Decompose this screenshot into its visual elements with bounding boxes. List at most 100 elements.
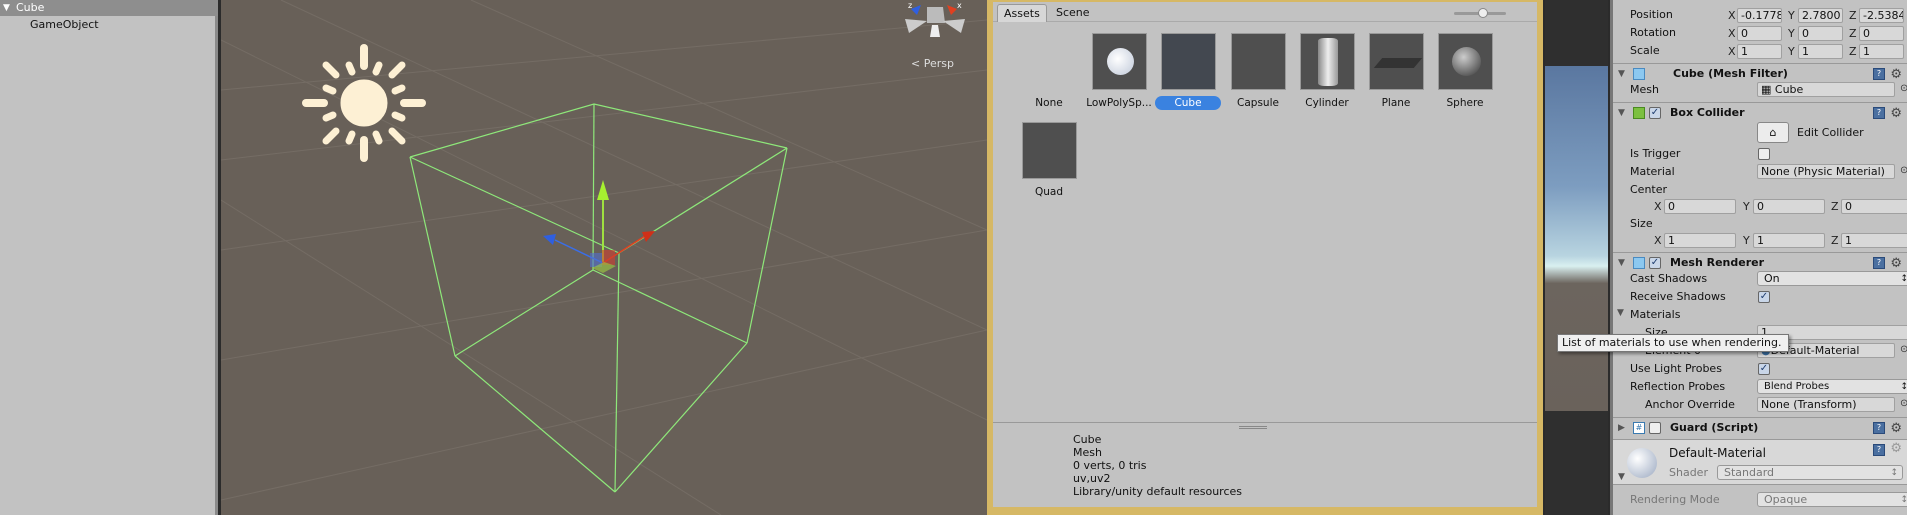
is-trigger-label: Is Trigger: [1630, 147, 1681, 160]
hierarchy-item-cube[interactable]: ▼ Cube: [0, 0, 218, 16]
enabled-checkbox[interactable]: ✓: [1649, 107, 1661, 119]
guard-script-header[interactable]: ▶ # Guard (Script) ? ⚙: [1613, 417, 1907, 437]
box-collider-header[interactable]: ▼ ✓ Box Collider ? ⚙: [1613, 102, 1907, 122]
picker-item-sphere[interactable]: Sphere: [1430, 33, 1500, 110]
tooltip: List of materials to use when rendering.: [1557, 334, 1789, 352]
hierarchy-item-gameobject[interactable]: GameObject: [30, 17, 99, 33]
skybox-preview: [1545, 66, 1608, 411]
size-y-field[interactable]: 1: [1753, 233, 1825, 248]
reflection-probes-dropdown[interactable]: Blend Probes: [1757, 379, 1907, 394]
size-z-field[interactable]: 1: [1841, 233, 1907, 248]
collapse-icon[interactable]: ▼: [1618, 253, 1625, 273]
gear-icon[interactable]: ⚙: [1890, 441, 1902, 456]
collapse-icon[interactable]: ▼: [1618, 472, 1625, 482]
axis-label: X: [1654, 200, 1662, 213]
cast-shadows-dropdown[interactable]: On: [1757, 271, 1907, 286]
material-header[interactable]: ▼ Default-Material Shader Standard ? ⚙: [1613, 439, 1907, 485]
enabled-checkbox[interactable]: ✓: [1649, 257, 1661, 269]
axis-label: Y: [1788, 27, 1795, 40]
gear-icon[interactable]: ⚙: [1890, 419, 1902, 439]
picker-item-capsule[interactable]: Capsule: [1223, 33, 1293, 110]
is-trigger-checkbox[interactable]: [1758, 148, 1770, 160]
object-picker-icon[interactable]: ⊙: [1900, 344, 1907, 355]
expand-icon[interactable]: ▶: [1618, 418, 1625, 438]
use-light-probes-label: Use Light Probes: [1630, 362, 1722, 375]
picker-item-quad[interactable]: Quad: [1014, 122, 1084, 199]
material-title: Default-Material: [1669, 446, 1766, 460]
receive-shadows-checkbox[interactable]: ✓: [1758, 291, 1770, 303]
help-icon[interactable]: ?: [1873, 444, 1885, 456]
sun-light-icon[interactable]: [302, 44, 426, 162]
center-z-field[interactable]: 0: [1841, 199, 1907, 214]
object-picker-icon[interactable]: ⊙: [1900, 83, 1907, 94]
rotation-y-field[interactable]: 0: [1798, 26, 1843, 41]
physic-material-field[interactable]: None (Physic Material): [1757, 164, 1895, 179]
projection-toggle[interactable]: < Persp: [911, 57, 954, 70]
use-light-probes-checkbox[interactable]: ✓: [1758, 363, 1770, 375]
position-y-field[interactable]: 2.7800: [1798, 8, 1843, 23]
thumbnail-size-slider[interactable]: [1454, 8, 1506, 18]
gear-icon[interactable]: ⚙: [1890, 104, 1902, 124]
inspector-panel: Position X -0.1778 Y 2.7800 Z -2.5384 Rotat…: [1610, 0, 1907, 515]
center-y-field[interactable]: 0: [1753, 199, 1825, 214]
rotation-x-field[interactable]: 0: [1737, 26, 1782, 41]
help-icon[interactable]: ?: [1873, 68, 1885, 80]
rotation-z-field[interactable]: 0: [1859, 26, 1904, 41]
axis-label: X: [1728, 27, 1736, 40]
orientation-gizmo[interactable]: z x: [905, 1, 965, 37]
scene-view[interactable]: z x < Persp: [221, 0, 987, 515]
help-icon[interactable]: ?: [1873, 257, 1885, 269]
materials-expand-icon[interactable]: ▼: [1617, 308, 1624, 318]
object-picker-icon[interactable]: ⊙: [1900, 165, 1907, 176]
rendering-mode-dropdown[interactable]: Opaque: [1757, 492, 1907, 507]
mesh-filter-header[interactable]: ▼ Cube (Mesh Filter) ? ⚙: [1613, 63, 1907, 83]
picker-item-none[interactable]: None: [1014, 33, 1084, 110]
collapse-icon[interactable]: ▼: [1618, 64, 1625, 84]
axis-label: Z: [1849, 27, 1857, 40]
picker-item-cylinder[interactable]: Cylinder: [1292, 33, 1362, 110]
component-title: Cube (Mesh Filter): [1673, 67, 1788, 80]
mesh-filter-icon: [1633, 68, 1645, 80]
rendering-mode-label: Rendering Mode: [1630, 493, 1720, 506]
material-label: Material: [1630, 165, 1675, 178]
object-picker-icon[interactable]: ⊙: [1900, 398, 1907, 409]
axis-label: Y: [1788, 45, 1795, 58]
anchor-override-field[interactable]: None (Transform): [1757, 397, 1895, 412]
position-z-field[interactable]: -2.5384: [1859, 8, 1904, 23]
picker-item-lowpolysphere[interactable]: LowPolySp...: [1084, 33, 1154, 110]
slider-knob[interactable]: [1478, 8, 1488, 18]
scale-label: Scale: [1630, 44, 1660, 57]
tab-scene[interactable]: Scene: [1050, 4, 1096, 22]
size-x-field[interactable]: 1: [1664, 233, 1736, 248]
axis-label: X: [1728, 9, 1736, 22]
edit-collider-button[interactable]: ⌂: [1757, 122, 1789, 143]
picker-item-plane[interactable]: Plane: [1361, 33, 1431, 110]
scale-z-field[interactable]: 1: [1859, 44, 1904, 59]
materials-label[interactable]: Materials: [1630, 307, 1680, 323]
picker-info-panel: Cube Mesh 0 verts, 0 tris uv,uv2 Library…: [993, 422, 1537, 507]
scene-canvas: z x: [221, 0, 987, 515]
help-icon[interactable]: ?: [1873, 107, 1885, 119]
resize-grip[interactable]: [1239, 426, 1267, 429]
enabled-checkbox[interactable]: [1649, 422, 1661, 434]
info-stats: 0 verts, 0 tris: [1073, 459, 1147, 472]
shader-dropdown[interactable]: Standard: [1717, 465, 1903, 480]
scale-x-field[interactable]: 1: [1737, 44, 1782, 59]
move-gizmo[interactable]: [543, 180, 655, 273]
rotation-label: Rotation: [1630, 26, 1677, 39]
mesh-field[interactable]: ▦ Cube: [1757, 82, 1895, 97]
position-x-field[interactable]: -0.1778: [1737, 8, 1782, 23]
hierarchy-panel: ▼ Cube GameObject: [0, 0, 218, 515]
scale-y-field[interactable]: 1: [1798, 44, 1843, 59]
collapse-icon[interactable]: ▼: [1618, 103, 1625, 123]
picker-tabs: Assets Scene: [993, 2, 1537, 22]
center-x-field[interactable]: 0: [1664, 199, 1736, 214]
mesh-renderer-header[interactable]: ▼ ✓ Mesh Renderer ? ⚙: [1613, 252, 1907, 272]
expand-icon[interactable]: ▼: [3, 0, 10, 16]
info-uv: uv,uv2: [1073, 472, 1111, 485]
tab-assets[interactable]: Assets: [997, 4, 1047, 22]
axis-label: X: [1728, 45, 1736, 58]
picker-item-cube[interactable]: Cube: [1153, 33, 1223, 110]
help-icon[interactable]: ?: [1873, 422, 1885, 434]
center-label: Center: [1630, 183, 1668, 196]
